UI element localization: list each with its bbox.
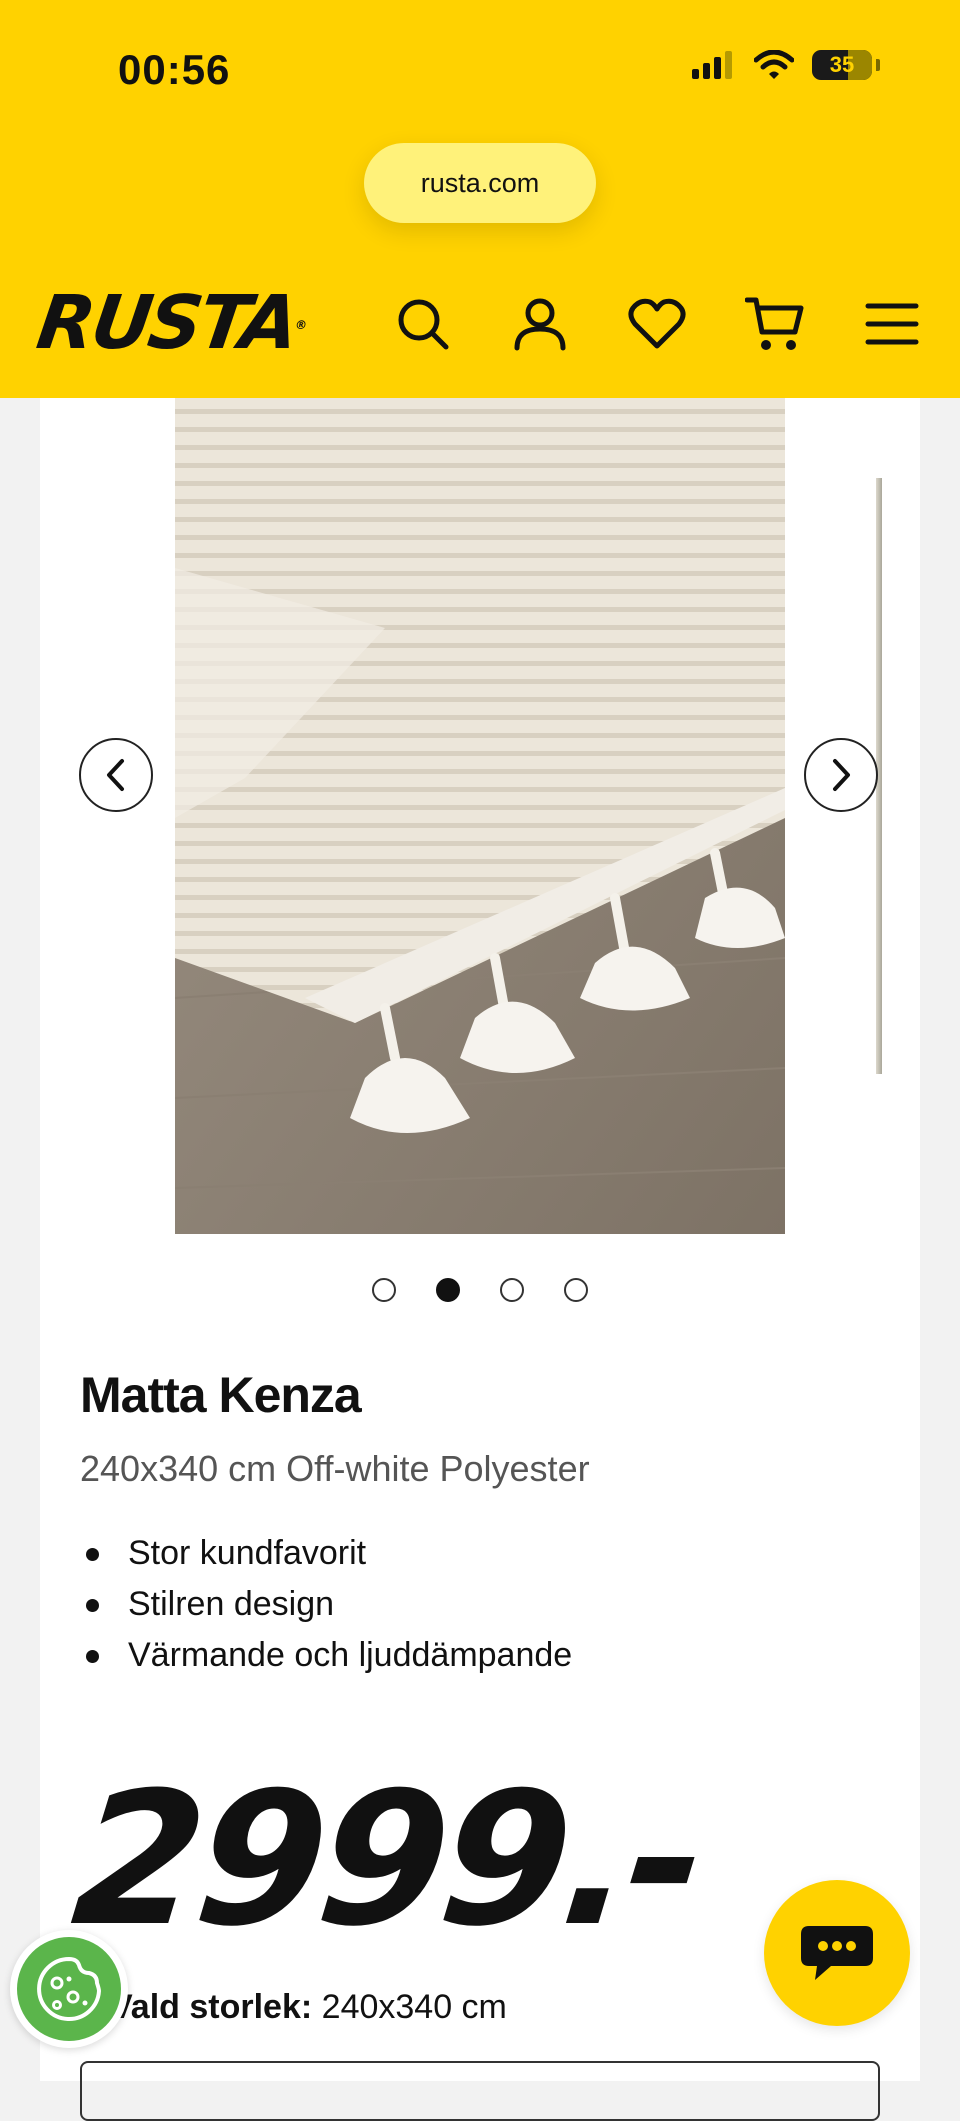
cellular-signal-icon bbox=[692, 51, 732, 79]
browser-url-bar[interactable]: rusta.com bbox=[364, 143, 596, 223]
cart-button[interactable] bbox=[745, 294, 805, 354]
menu-icon bbox=[865, 303, 919, 345]
account-icon bbox=[514, 298, 566, 351]
chevron-right-icon bbox=[833, 759, 850, 791]
rusta-logo[interactable]: RUSTA® bbox=[32, 280, 313, 366]
battery-level: 35 bbox=[829, 52, 855, 77]
size-selector[interactable] bbox=[80, 2061, 880, 2121]
carousel-dot[interactable] bbox=[372, 1278, 396, 1302]
site-navigation: RUSTA® bbox=[0, 278, 960, 370]
status-time: 00:56 bbox=[118, 46, 231, 93]
product-price: 2999.- bbox=[64, 1753, 710, 1967]
logo-registered-mark: ® bbox=[294, 318, 309, 332]
wishlist-button[interactable] bbox=[627, 294, 687, 354]
top-header-area: 00:56 35 rusta.com RUSTA® bbox=[0, 0, 960, 398]
search-icon bbox=[398, 299, 449, 350]
product-features: Stor kundfavorit Stilren design Värmande… bbox=[80, 1528, 572, 1681]
chat-button[interactable] bbox=[764, 1880, 910, 2026]
battery-indicator: 35 bbox=[812, 50, 872, 80]
cookie-icon bbox=[37, 1957, 101, 2021]
selected-size: Vald storlek: 240x340 cm bbox=[110, 1988, 507, 2027]
carousel-next-button[interactable] bbox=[804, 738, 878, 812]
chevron-left-icon bbox=[107, 759, 124, 791]
cookie-settings-button[interactable] bbox=[10, 1930, 128, 2048]
logo-text: RUSTA bbox=[31, 280, 302, 366]
carousel-prev-button[interactable] bbox=[79, 738, 153, 812]
carousel-dot[interactable] bbox=[500, 1278, 524, 1302]
browser-url-text: rusta.com bbox=[420, 167, 540, 198]
feature-item: Värmande och ljuddämpande bbox=[80, 1630, 572, 1681]
rug-photo bbox=[175, 398, 785, 1234]
cookie-badge bbox=[17, 1937, 121, 2041]
wifi-icon bbox=[754, 50, 794, 79]
account-button[interactable] bbox=[510, 294, 570, 354]
product-title: Matta Kenza bbox=[80, 1367, 362, 1423]
battery-nub bbox=[876, 59, 880, 71]
carousel-dot[interactable] bbox=[436, 1278, 460, 1302]
menu-button[interactable] bbox=[862, 294, 922, 354]
feature-item: Stilren design bbox=[80, 1579, 572, 1630]
product-card: Matta Kenza 240x340 cm Off-white Polyest… bbox=[40, 398, 920, 2121]
feature-item: Stor kundfavorit bbox=[80, 1528, 572, 1579]
wishlist-heart-icon bbox=[628, 298, 686, 349]
cart-icon bbox=[745, 297, 804, 350]
carousel-dot[interactable] bbox=[564, 1278, 588, 1302]
product-subtitle: 240x340 cm Off-white Polyester bbox=[80, 1448, 590, 1489]
search-button[interactable] bbox=[393, 294, 453, 354]
status-icons: 35 bbox=[692, 50, 880, 80]
carousel-dots bbox=[40, 1278, 920, 1302]
chat-bubble-icon bbox=[801, 1926, 873, 1980]
product-image[interactable] bbox=[175, 398, 785, 1234]
selected-size-value: 240x340 cm bbox=[321, 1988, 507, 2026]
selected-size-label: Vald storlek: bbox=[110, 1988, 313, 2026]
